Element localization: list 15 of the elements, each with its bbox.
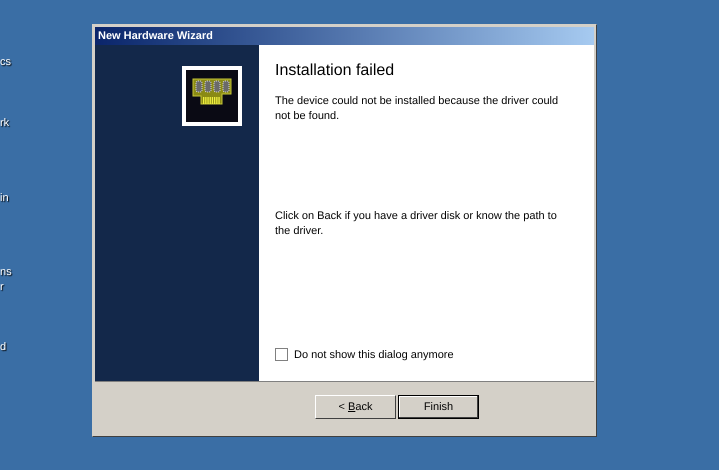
circuit-board-icon [182, 66, 242, 126]
window-title: New Hardware Wizard [98, 28, 213, 44]
desktop-icon-label: ns [0, 266, 12, 279]
checkbox[interactable] [275, 348, 288, 362]
hint-message: Click on Back if you have a driver disk or know the path to the driver. [275, 209, 558, 239]
desktop-icon-label: r [0, 281, 4, 294]
heading: Installation failed [275, 61, 396, 81]
desktop-icon-label: d [0, 341, 6, 354]
desktop-icon-label: rk [0, 117, 10, 130]
desktop-icon-label: in [0, 192, 9, 205]
desktop-icon-label: cs [0, 56, 11, 69]
error-message: The device could not be installed because the driver could not be found. [275, 94, 560, 124]
checkbox-label: Do not show this dialog anymore [294, 348, 454, 362]
finish-button[interactable]: Finish [398, 395, 479, 419]
back-button[interactable]: < Back [315, 395, 396, 419]
